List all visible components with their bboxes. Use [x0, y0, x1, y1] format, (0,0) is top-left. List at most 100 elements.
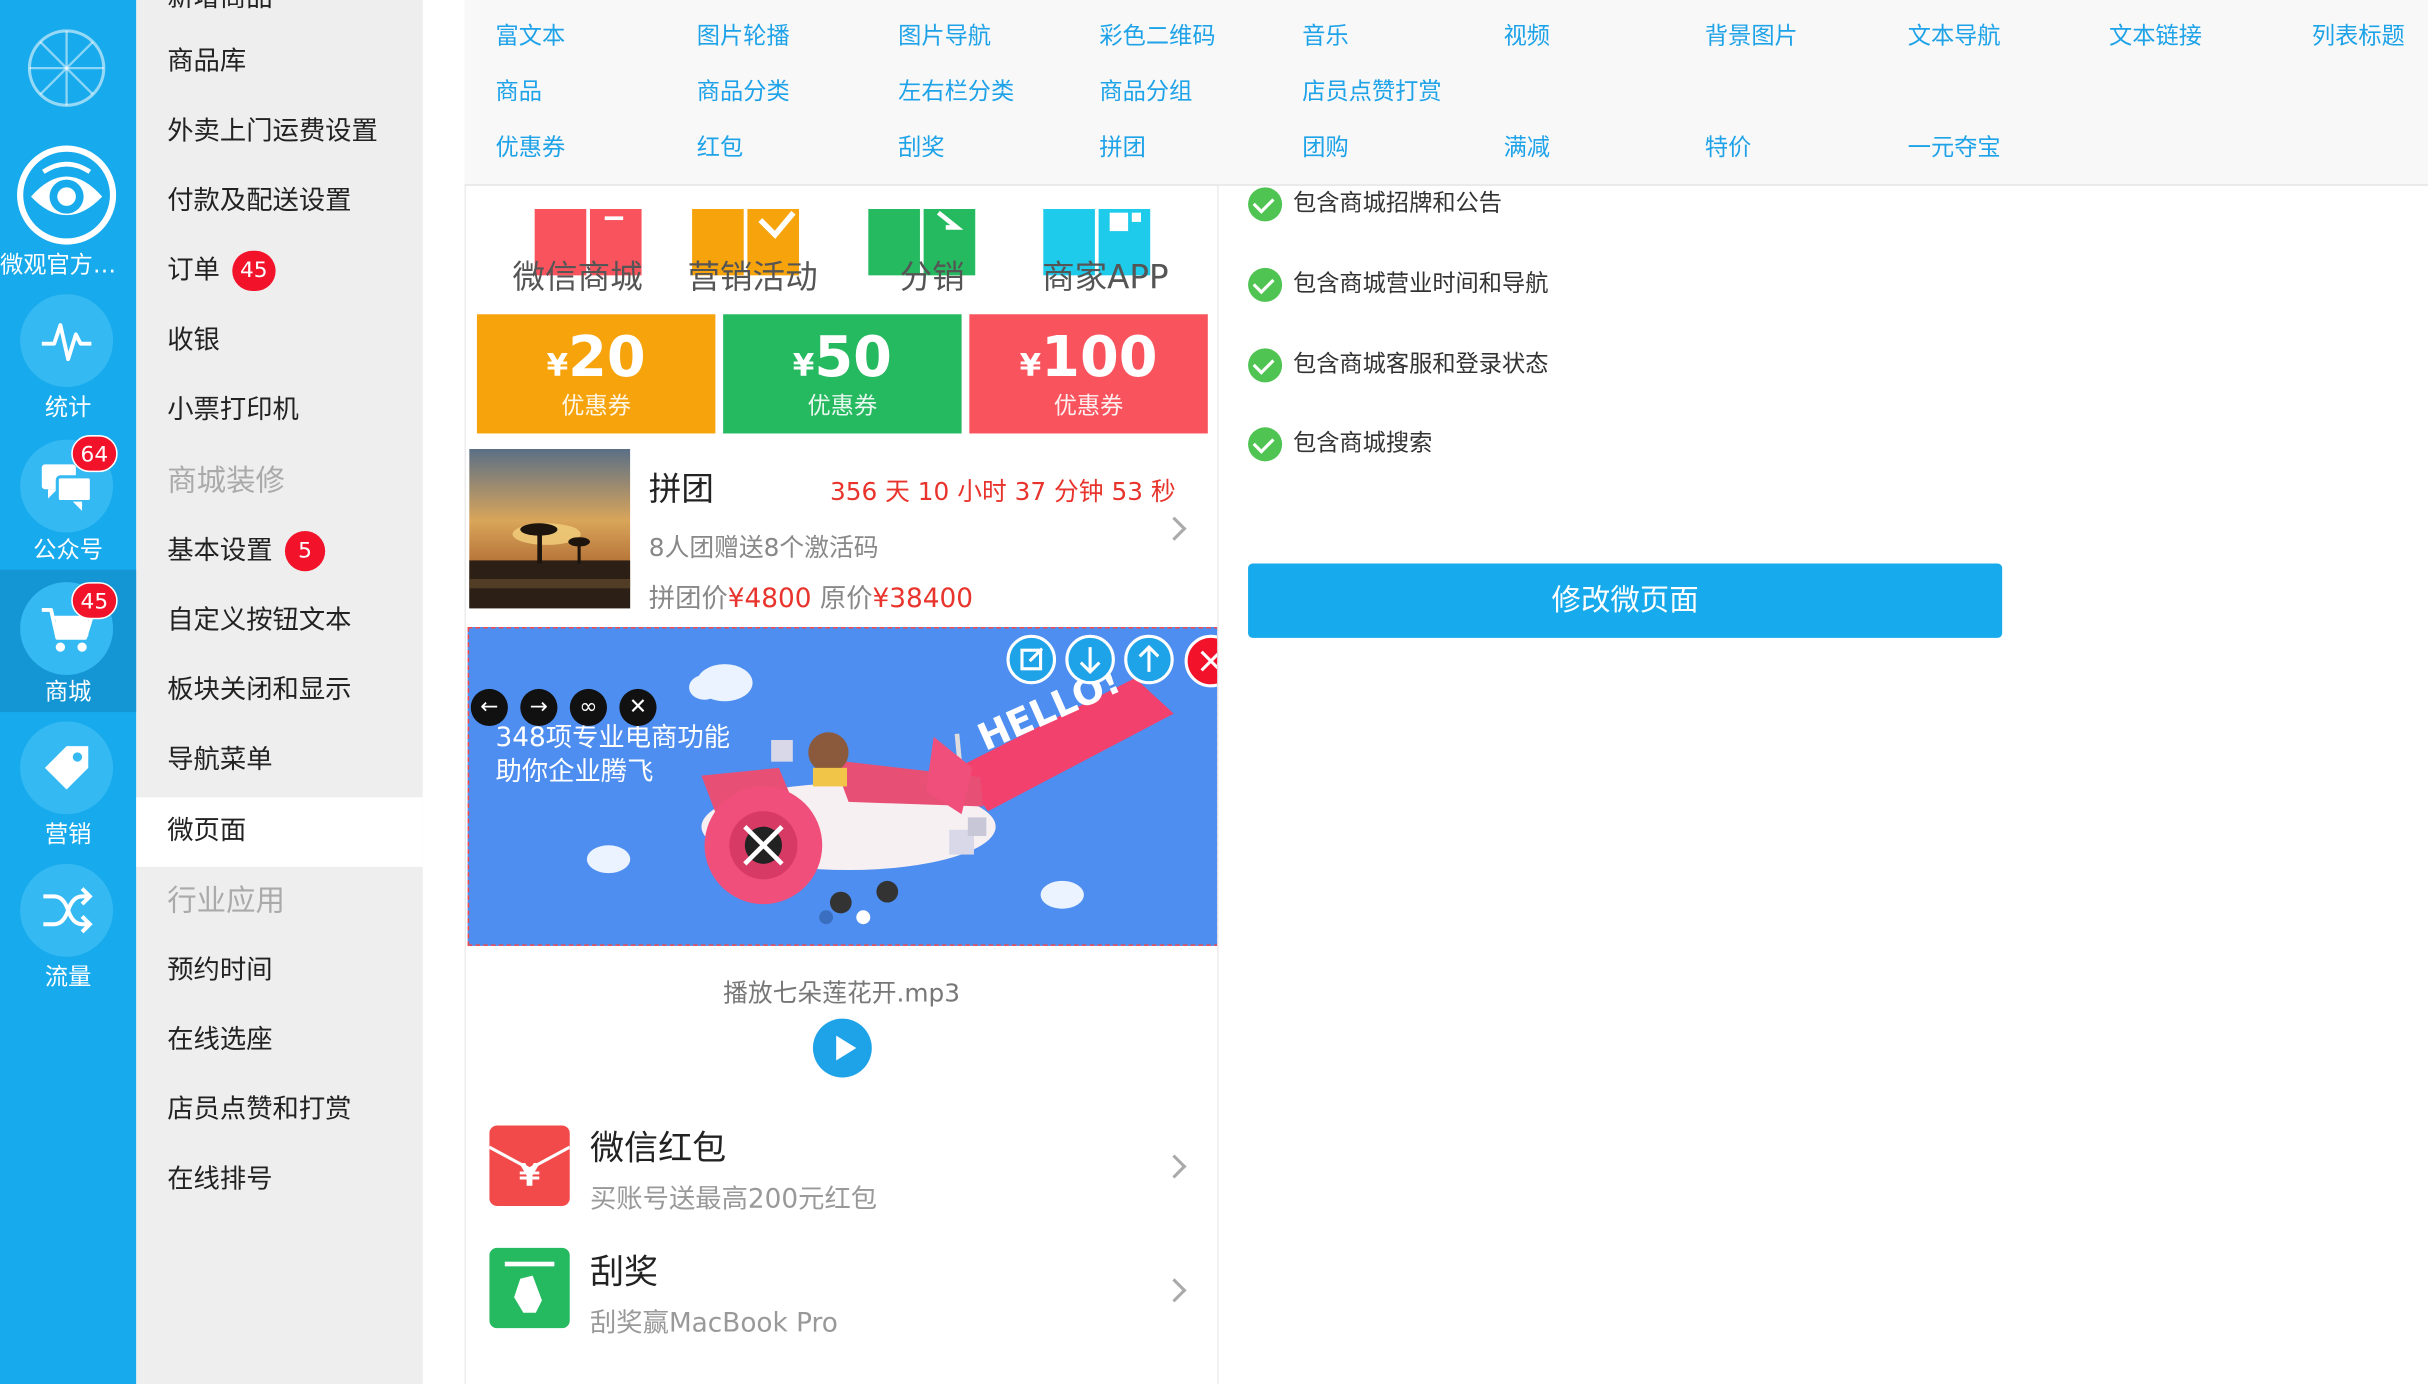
group-buy-title: 拼团 [648, 470, 714, 508]
arrow-right-icon[interactable]: → [520, 688, 558, 727]
feature-label: 营销活动 [687, 258, 818, 296]
component-color-qrcode[interactable]: 彩色二维码 [1099, 19, 1215, 52]
badge-count: 45 [71, 582, 118, 620]
component-side-category[interactable]: 左右栏分类 [898, 74, 1014, 107]
red-packet-title: 微信红包 [589, 1130, 727, 1169]
carousel-dot-active[interactable] [856, 910, 871, 925]
tag-icon [44, 746, 89, 790]
menu-item-product-library[interactable]: 商品库 [136, 28, 422, 98]
component-product[interactable]: 商品 [496, 74, 542, 107]
component-coupon[interactable]: 优惠券 [496, 130, 566, 163]
component-group-buy[interactable]: 拼团 [1099, 130, 1145, 163]
badge-count: 5 [284, 530, 326, 572]
component-one-yuan[interactable]: 一元夺宝 [1908, 130, 2001, 163]
arrow-up-icon[interactable] [1124, 634, 1174, 685]
scratch-subtitle: 刮奖赢MacBook Pro [589, 1308, 838, 1340]
chevron-right-icon [1162, 516, 1187, 541]
mall-submenu: 新增商品 商品库 外卖上门运费设置 付款及配送设置 订单45 收银 小票打印机 … [136, 0, 423, 1384]
component-list-title[interactable]: 列表标题 [2312, 19, 2405, 52]
rail-logo[interactable] [0, 0, 136, 132]
red-packet-icon-text: ¥ [518, 1156, 541, 1194]
component-red-packet[interactable]: 红包 [697, 130, 743, 163]
banner-subheadline: 助你企业腾飞 [495, 757, 654, 788]
component-staff-tips[interactable]: 店员点赞打赏 [1302, 74, 1441, 107]
menu-item-staff-tips[interactable]: 店员点赞和打赏 [136, 1076, 422, 1146]
rail-label: 流量 [44, 962, 92, 991]
scratch-title: 刮奖 [589, 1253, 659, 1293]
rail-item-wechat[interactable]: 64 公众号 [0, 427, 136, 569]
rail-item-stats[interactable]: 统计 [0, 285, 136, 427]
badge-count: 64 [71, 435, 118, 473]
coupon-card[interactable]: ¥50 优惠券 [723, 314, 962, 434]
component-toolbar: 富文本 图片轮播 图片导航 彩色二维码 音乐 视频 背景图片 文本导航 文本链接… [464, 0, 2428, 186]
edit-micro-page-button[interactable]: 修改微页面 [1248, 563, 2003, 638]
component-rich-text[interactable]: 富文本 [496, 19, 566, 52]
red-packet-subtitle: 买账号送最高200元红包 [589, 1184, 878, 1216]
menu-item-custom-button-text[interactable]: 自定义按钮文本 [136, 587, 422, 657]
arrow-left-icon[interactable]: ← [470, 688, 508, 727]
menu-item-micro-page[interactable]: 微页面 [136, 797, 423, 867]
delete-block-button[interactable] [1184, 634, 1218, 688]
group-buy-desc: 8人团赠送8个激活码 [648, 532, 879, 562]
component-team-buy[interactable]: 团购 [1302, 130, 1348, 163]
rail-label: 微观官方商… [0, 250, 137, 279]
component-special-price[interactable]: 特价 [1705, 130, 1751, 163]
close-small-icon[interactable]: ✕ [619, 688, 657, 727]
check-row: 包含商城招牌和公告 [1248, 186, 1502, 221]
feature-label: 微信商城 [512, 258, 643, 296]
component-image-carousel[interactable]: 图片轮播 [697, 19, 790, 52]
edit-icon[interactable] [1006, 634, 1057, 685]
component-image-nav[interactable]: 图片导航 [898, 19, 991, 52]
image-carousel-block[interactable]: HELLO! 348项专业电商功能 助你企业腾飞 ← → ∞ ✕ [467, 626, 1218, 946]
component-bg-image[interactable]: 背景图片 [1705, 19, 1798, 52]
component-product-category[interactable]: 商品分类 [697, 74, 790, 107]
component-text-link[interactable]: 文本链接 [2109, 19, 2202, 52]
menu-section-industry: 行业应用 [167, 883, 285, 919]
menu-item-payment-delivery[interactable]: 付款及配送设置 [136, 167, 422, 237]
rail-item-store[interactable]: 微观官方商… [0, 136, 136, 285]
check-circle-icon [1248, 267, 1283, 302]
component-video[interactable]: 视频 [1504, 19, 1550, 52]
chevron-right-icon [1162, 1154, 1187, 1179]
group-buy-countdown: 356 天 10 小时 37 分钟 53 秒 [829, 476, 1176, 507]
music-title: 播放七朵莲花开.mp3 [723, 978, 961, 1008]
wheel-icon [27, 29, 106, 107]
coupon-card[interactable]: ¥100 优惠券 [969, 314, 1208, 434]
check-row: 包含商城客服和登录状态 [1248, 347, 1548, 382]
pulse-icon [41, 323, 92, 362]
coupon-card[interactable]: ¥20 优惠券 [476, 314, 716, 434]
rail-item-mall[interactable]: 45 商城 [0, 569, 137, 713]
rail-label: 营销 [44, 820, 92, 849]
carousel-dot[interactable] [819, 910, 834, 925]
menu-item-seat-selection[interactable]: 在线选座 [136, 1006, 422, 1076]
feature-label: 商家APP [1042, 258, 1169, 296]
rail-label: 商城 [44, 678, 92, 706]
shuffle-icon [43, 887, 93, 934]
badge-count: 45 [232, 250, 276, 292]
check-row: 包含商城搜索 [1248, 426, 1432, 461]
component-text-nav[interactable]: 文本导航 [1908, 19, 2001, 52]
component-full-reduction[interactable]: 满减 [1504, 130, 1550, 163]
micro-page-preview: 微信商城 营销活动 分销 商家APP ¥20 优惠券 ¥50 优惠券 ¥100 … [464, 185, 1219, 1384]
check-circle-icon [1248, 426, 1283, 461]
rail-item-marketing[interactable]: 营销 [0, 712, 136, 854]
rail-label: 公众号 [33, 535, 103, 564]
component-scratch[interactable]: 刮奖 [898, 130, 944, 163]
menu-item-delivery-fee[interactable]: 外卖上门运费设置 [136, 98, 422, 168]
arrow-down-icon[interactable] [1065, 634, 1115, 685]
rail-item-traffic[interactable]: 流量 [0, 855, 136, 997]
component-music[interactable]: 音乐 [1302, 19, 1348, 52]
menu-item-basic-settings[interactable]: 基本设置 5 [136, 517, 422, 587]
menu-item-booking-time[interactable]: 预约时间 [136, 937, 422, 1007]
rail-label: 统计 [44, 393, 92, 422]
menu-item-receipt-printer[interactable]: 小票打印机 [136, 376, 422, 446]
play-button[interactable] [812, 1018, 872, 1078]
menu-item-orders[interactable]: 订单 45 [136, 237, 422, 307]
menu-item-nav-menu[interactable]: 导航菜单 [136, 726, 422, 796]
menu-item-cashier[interactable]: 收银 [136, 307, 422, 377]
component-product-group[interactable]: 商品分组 [1099, 74, 1192, 107]
menu-item-queue[interactable]: 在线排号 [136, 1146, 422, 1216]
check-circle-icon [1248, 186, 1283, 221]
infinity-icon[interactable]: ∞ [569, 688, 607, 727]
menu-item-block-toggle[interactable]: 板块关闭和显示 [136, 656, 422, 726]
